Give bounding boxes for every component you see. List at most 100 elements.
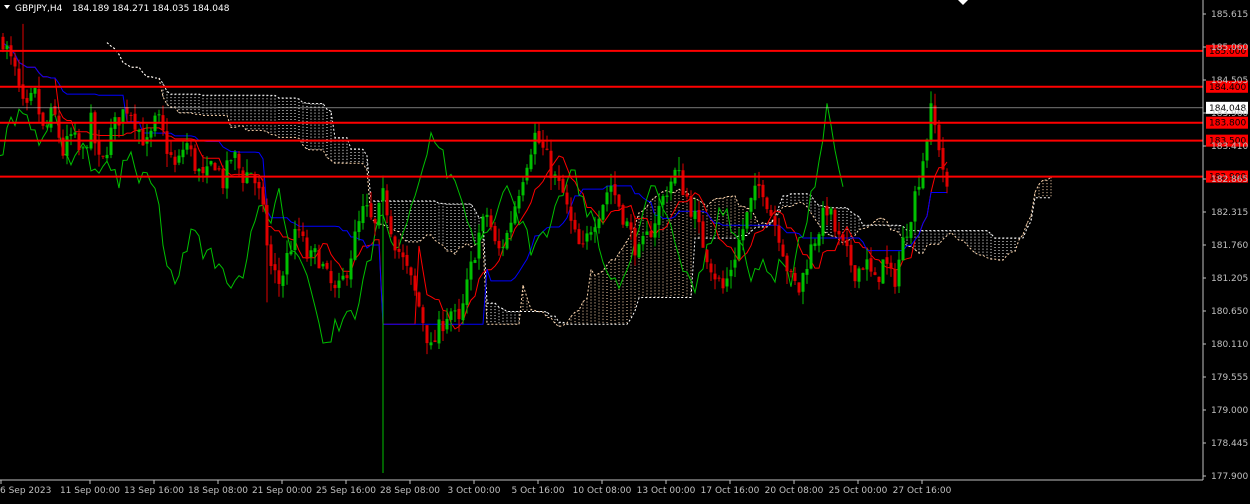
candle-body — [633, 228, 637, 256]
candle-body — [853, 265, 857, 282]
candle-body — [53, 106, 57, 115]
candle-body — [117, 117, 121, 126]
candle-body — [289, 251, 293, 255]
candle-body — [629, 222, 633, 230]
candle-body — [333, 284, 337, 289]
candle-body — [689, 196, 693, 217]
price-tick-label: 181.205 — [1211, 274, 1248, 284]
candle-body — [781, 244, 785, 257]
candle-body — [93, 112, 97, 144]
candle-body — [901, 237, 905, 261]
candle-body — [409, 267, 413, 276]
candle-body — [465, 279, 469, 305]
candle-body — [181, 149, 185, 158]
candle-body — [29, 92, 33, 101]
candle-body — [121, 109, 125, 124]
candle-body — [885, 257, 889, 264]
time-tick-label: 27 Oct 16:00 — [893, 486, 952, 496]
time-tick-label: 25 Sep 16:00 — [316, 486, 376, 496]
price-chart[interactable]: 185.000184.400183.800183.500182.900184.0… — [0, 0, 1250, 500]
candle-body — [377, 203, 381, 226]
candle-body — [293, 228, 297, 250]
candle-body — [785, 255, 789, 272]
candle-body — [649, 230, 653, 238]
time-tick-label: 11 Sep 00:00 — [60, 486, 120, 496]
candle-body — [569, 206, 573, 221]
candle-body — [873, 272, 877, 275]
candle-body — [681, 170, 685, 196]
candle-body — [137, 130, 141, 132]
time-tick-label: 13 Sep 16:00 — [124, 486, 184, 496]
candle-body — [445, 318, 449, 330]
candle-body — [641, 235, 645, 245]
candle-body — [789, 270, 793, 272]
candle-body — [365, 205, 369, 207]
candle-body — [369, 203, 373, 218]
candle-body — [897, 259, 901, 287]
candle-body — [593, 227, 597, 232]
candle-body — [157, 114, 161, 116]
candle-body — [821, 207, 825, 236]
candle-body — [925, 139, 929, 161]
candle-body — [677, 170, 681, 172]
candle-body — [325, 262, 329, 269]
candle-body — [565, 192, 569, 205]
time-tick-label: 5 Oct 16:00 — [512, 486, 565, 496]
candle-body — [141, 129, 145, 146]
candle-body — [245, 172, 249, 184]
candle-body — [909, 222, 913, 239]
candle-body — [921, 161, 925, 189]
candle-body — [281, 275, 285, 286]
candle-body — [509, 222, 513, 233]
candle-body — [197, 168, 201, 172]
ohlc-values: 184.189 184.271 184.035 184.048 — [72, 4, 230, 14]
candle-body — [529, 154, 533, 170]
price-tick-label: 180.110 — [1211, 340, 1248, 350]
candle-body — [661, 196, 665, 205]
candle-body — [625, 221, 629, 227]
candle-body — [693, 210, 697, 220]
candle-body — [165, 131, 169, 154]
candle-body — [85, 147, 89, 149]
candle-body — [237, 153, 241, 169]
candle-body — [613, 184, 617, 196]
price-tick-label: 179.555 — [1211, 373, 1248, 383]
candle-body — [561, 178, 565, 193]
candle-body — [525, 167, 529, 181]
candle-body — [721, 278, 725, 289]
candle-body — [725, 278, 729, 287]
candle-body — [905, 236, 909, 238]
price-tick-label: 185.060 — [1211, 43, 1248, 53]
candle-body — [697, 210, 701, 223]
candle-body — [745, 212, 749, 229]
time-tick-label: 17 Oct 16:00 — [701, 486, 760, 496]
candle-body — [425, 325, 429, 344]
chart-area[interactable]: 185.000 184.400 183.800 183.500 182.900 184.0… — [0, 0, 1250, 500]
candle-body — [209, 161, 213, 165]
candle-body — [865, 259, 869, 270]
candle-body — [169, 152, 173, 155]
candle-body — [841, 234, 845, 241]
candle-body — [33, 88, 37, 94]
candle-body — [177, 155, 181, 163]
candle-body — [589, 232, 593, 235]
price-tick-label: 185.615 — [1211, 10, 1248, 20]
candle-body — [5, 45, 9, 50]
candle-body — [309, 250, 313, 258]
price-tick-label: 184.505 — [1211, 76, 1248, 86]
candle-body — [229, 160, 233, 162]
candle-body — [657, 205, 661, 225]
candle-body — [485, 214, 489, 218]
candle-body — [869, 258, 873, 272]
candle-body — [829, 208, 833, 215]
candle-body — [749, 197, 753, 212]
candle-body — [97, 141, 101, 155]
price-tick-label: 181.760 — [1211, 241, 1248, 251]
candle-body — [389, 216, 393, 235]
candle-body — [769, 210, 773, 216]
candle-body — [793, 273, 797, 281]
price-tick-label: 178.445 — [1211, 439, 1248, 449]
candle-body — [373, 218, 377, 224]
candle-body — [353, 231, 357, 260]
candle-body — [837, 230, 841, 235]
